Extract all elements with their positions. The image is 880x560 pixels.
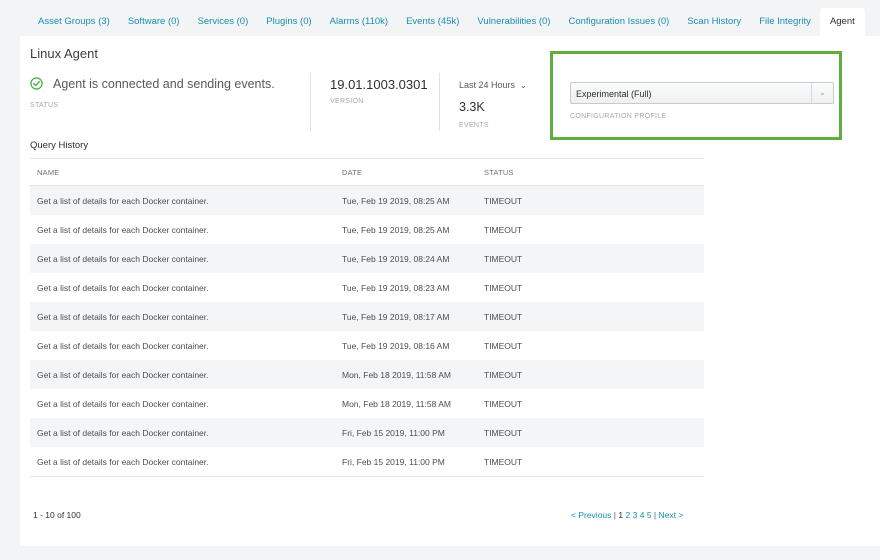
status-label: STATUS bbox=[30, 102, 59, 109]
version-label: VERSION bbox=[330, 98, 364, 105]
tab-scan-history[interactable]: Scan History bbox=[678, 8, 750, 36]
row-name: Get a list of details for each Docker co… bbox=[37, 398, 209, 409]
row-name: Get a list of details for each Docker co… bbox=[37, 253, 209, 264]
row-status: TIMEOUT bbox=[484, 195, 523, 206]
row-status: TIMEOUT bbox=[484, 311, 523, 322]
chevron-down-icon: ⌄ bbox=[811, 83, 833, 103]
page-link-3[interactable]: 3 bbox=[633, 510, 638, 520]
row-date: Tue, Feb 19 2019, 08:25 AM bbox=[342, 195, 450, 206]
tab-bar: Asset Groups (3) Software (0) Services (… bbox=[20, 8, 880, 36]
time-range-label: Last 24 Hours bbox=[459, 80, 516, 90]
row-name: Get a list of details for each Docker co… bbox=[37, 456, 209, 467]
query-history-title: Query History bbox=[30, 140, 89, 151]
row-name: Get a list of details for each Docker co… bbox=[37, 311, 209, 322]
row-status: TIMEOUT bbox=[484, 398, 523, 409]
result-count: 1 - 10 of 100 bbox=[33, 510, 81, 520]
pagination-separator: | bbox=[613, 510, 616, 520]
agent-panel: Linux Agent Agent is connected and sendi… bbox=[20, 36, 880, 546]
query-history-table: NAME DATE STATUS Get a list of details f… bbox=[30, 158, 704, 477]
next-page-link[interactable]: Next > bbox=[659, 510, 684, 520]
tab-services[interactable]: Services (0) bbox=[189, 8, 258, 36]
row-date: Tue, Feb 19 2019, 08:24 AM bbox=[342, 253, 450, 264]
table-row[interactable]: Get a list of details for each Docker co… bbox=[30, 331, 704, 360]
previous-page-link[interactable]: < Previous bbox=[571, 510, 611, 520]
configuration-profile-value: Experimental (Full) bbox=[576, 89, 652, 99]
page-link-5[interactable]: 5 bbox=[647, 510, 652, 520]
row-name: Get a list of details for each Docker co… bbox=[37, 369, 209, 380]
table-header: NAME DATE STATUS bbox=[30, 159, 704, 186]
tab-alarms[interactable]: Alarms (110k) bbox=[321, 8, 397, 36]
version-value: 19.01.1003.0301 bbox=[330, 77, 428, 92]
divider bbox=[439, 73, 440, 131]
row-date: Fri, Feb 15 2019, 11:00 PM bbox=[342, 456, 445, 467]
page-link-1[interactable]: 1 bbox=[618, 510, 623, 520]
table-row[interactable]: Get a list of details for each Docker co… bbox=[30, 418, 704, 447]
table-row[interactable]: Get a list of details for each Docker co… bbox=[30, 360, 704, 389]
configuration-profile-label: CONFIGURATION PROFILE bbox=[570, 113, 667, 120]
chevron-down-icon: ⌄ bbox=[520, 81, 527, 90]
tab-vulnerabilities[interactable]: Vulnerabilities (0) bbox=[468, 8, 559, 36]
page-link-4[interactable]: 4 bbox=[640, 510, 645, 520]
column-header-date[interactable]: DATE bbox=[342, 168, 484, 177]
events-label: EVENTS bbox=[459, 122, 489, 129]
row-status: TIMEOUT bbox=[484, 253, 523, 264]
table-row[interactable]: Get a list of details for each Docker co… bbox=[30, 244, 704, 273]
table-row[interactable]: Get a list of details for each Docker co… bbox=[30, 447, 704, 476]
tab-events[interactable]: Events (45k) bbox=[397, 8, 468, 36]
column-header-status[interactable]: STATUS bbox=[484, 168, 634, 177]
status-text: Agent is connected and sending events. bbox=[53, 77, 275, 91]
row-date: Tue, Feb 19 2019, 08:17 AM bbox=[342, 311, 450, 322]
events-value: 3.3K bbox=[459, 100, 485, 114]
tab-asset-groups[interactable]: Asset Groups (3) bbox=[20, 8, 119, 36]
row-date: Mon, Feb 18 2019, 11:58 AM bbox=[342, 398, 451, 409]
pagination: < Previous | 1 2 3 4 5 | Next > bbox=[571, 510, 683, 520]
tab-agent[interactable]: Agent bbox=[819, 8, 865, 36]
column-header-name[interactable]: NAME bbox=[30, 168, 342, 177]
row-status: TIMEOUT bbox=[484, 427, 523, 438]
tab-software[interactable]: Software (0) bbox=[119, 8, 189, 36]
tab-configuration-issues[interactable]: Configuration Issues (0) bbox=[559, 8, 678, 36]
page-link-2[interactable]: 2 bbox=[625, 510, 630, 520]
row-date: Mon, Feb 18 2019, 11:58 AM bbox=[342, 369, 451, 380]
table-row[interactable]: Get a list of details for each Docker co… bbox=[30, 273, 704, 302]
row-name: Get a list of details for each Docker co… bbox=[37, 427, 209, 438]
configuration-profile-highlight: Experimental (Full) ⌄ CONFIGURATION PROF… bbox=[550, 51, 842, 140]
table-row[interactable]: Get a list of details for each Docker co… bbox=[30, 186, 704, 215]
row-date: Tue, Feb 19 2019, 08:25 AM bbox=[342, 224, 450, 235]
pagination-separator: | bbox=[653, 510, 657, 520]
row-date: Tue, Feb 19 2019, 08:16 AM bbox=[342, 340, 450, 351]
row-status: TIMEOUT bbox=[484, 224, 523, 235]
row-status: TIMEOUT bbox=[484, 456, 523, 467]
tab-file-integrity[interactable]: File Integrity bbox=[750, 8, 820, 36]
table-row[interactable]: Get a list of details for each Docker co… bbox=[30, 302, 704, 331]
row-date: Fri, Feb 15 2019, 11:00 PM bbox=[342, 427, 445, 438]
table-row[interactable]: Get a list of details for each Docker co… bbox=[30, 389, 704, 418]
tab-plugins[interactable]: Plugins (0) bbox=[257, 8, 320, 36]
row-name: Get a list of details for each Docker co… bbox=[37, 195, 209, 206]
divider bbox=[310, 73, 311, 131]
row-status: TIMEOUT bbox=[484, 340, 523, 351]
table-body: Get a list of details for each Docker co… bbox=[30, 186, 704, 477]
check-circle-icon bbox=[30, 77, 43, 90]
time-range-dropdown[interactable]: Last 24 Hours ⌄ bbox=[459, 80, 527, 90]
row-name: Get a list of details for each Docker co… bbox=[37, 340, 209, 351]
row-name: Get a list of details for each Docker co… bbox=[37, 282, 209, 293]
configuration-profile-select[interactable]: Experimental (Full) ⌄ bbox=[570, 82, 834, 104]
table-row[interactable]: Get a list of details for each Docker co… bbox=[30, 215, 704, 244]
row-name: Get a list of details for each Docker co… bbox=[37, 224, 209, 235]
row-date: Tue, Feb 19 2019, 08:23 AM bbox=[342, 282, 450, 293]
page-title: Linux Agent bbox=[30, 46, 98, 61]
row-status: TIMEOUT bbox=[484, 282, 523, 293]
row-status: TIMEOUT bbox=[484, 369, 523, 380]
